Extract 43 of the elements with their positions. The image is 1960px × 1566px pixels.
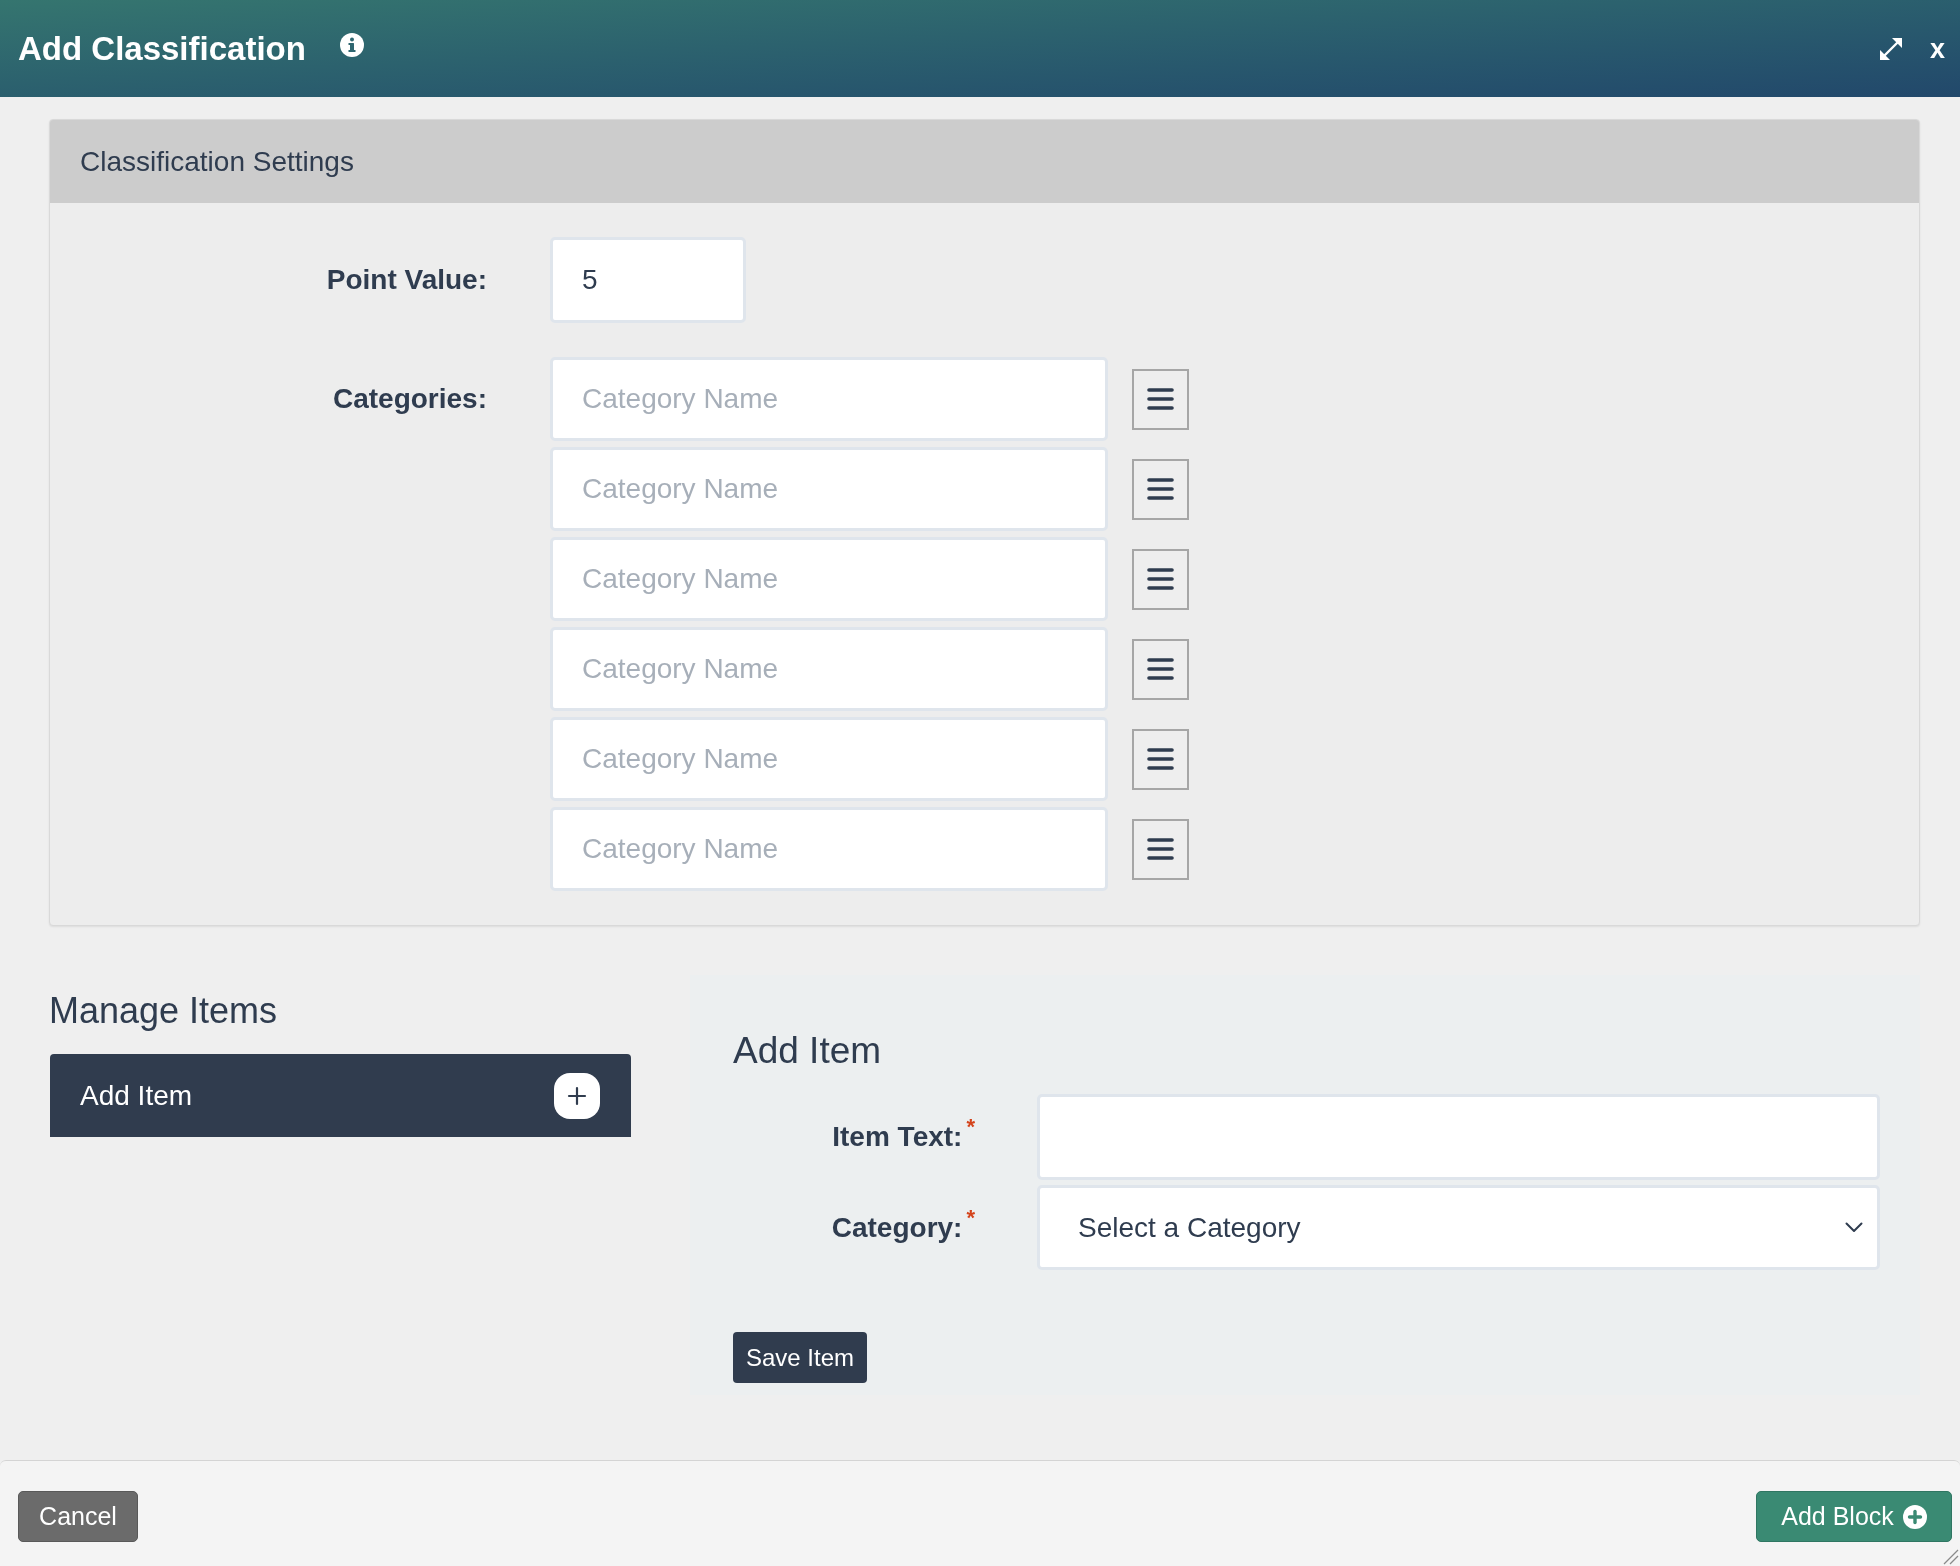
- hamburger-icon: [1147, 748, 1174, 770]
- category-name-field[interactable]: Category Name: [550, 807, 1108, 891]
- category-name-field[interactable]: Category Name: [550, 357, 1108, 441]
- item-text-field[interactable]: [1037, 1094, 1880, 1180]
- plus-circle-icon: [1902, 1504, 1927, 1529]
- hamburger-icon: [1147, 388, 1174, 410]
- expand-button[interactable]: [1877, 35, 1904, 62]
- section-heading: Manage Items: [49, 989, 279, 1033]
- hamburger-icon: [1147, 658, 1174, 680]
- add-block-button[interactable]: Add Block: [1756, 1491, 1952, 1542]
- close-button[interactable]: x: [1929, 33, 1945, 64]
- field-label: Item Text:: [832, 1120, 963, 1154]
- drag-handle-button[interactable]: [1132, 548, 1189, 610]
- add-item-button[interactable]: Add Item: [50, 1054, 631, 1137]
- drag-handle-button[interactable]: [1132, 638, 1189, 700]
- drag-handle-button[interactable]: [1132, 728, 1189, 790]
- field-label: Point Value:: [325, 263, 487, 297]
- drag-handle-button[interactable]: [1132, 458, 1189, 520]
- category-name-field[interactable]: Category Name: [550, 717, 1108, 801]
- hamburger-icon: [1147, 478, 1174, 500]
- required-mark: *: [966, 1113, 975, 1141]
- required-mark: *: [966, 1203, 975, 1232]
- field-label: Category:: [831, 1210, 963, 1245]
- resize-grip-icon: [1943, 1549, 1959, 1565]
- expand-icon: [1877, 35, 1904, 62]
- panel-title: Classification Settings: [80, 144, 354, 179]
- window-title: Add Classification: [18, 28, 306, 69]
- field-label: Categories:: [332, 382, 487, 416]
- hamburger-icon: [1147, 568, 1174, 590]
- chevron-down-icon: [1845, 1222, 1863, 1233]
- form-heading: Add Item: [733, 1029, 882, 1073]
- info-icon: [339, 32, 364, 57]
- category-name-field[interactable]: Category Name: [550, 537, 1108, 621]
- save-item-button[interactable]: Save Item: [733, 1332, 868, 1383]
- drag-handle-button[interactable]: [1132, 818, 1189, 880]
- plus-icon: [554, 1072, 600, 1119]
- category-name-field[interactable]: Category Name: [550, 627, 1108, 711]
- cancel-button[interactable]: Cancel: [18, 1491, 138, 1542]
- drag-handle-button[interactable]: [1132, 368, 1189, 430]
- hamburger-icon: [1147, 838, 1174, 860]
- point-value-field[interactable]: 5: [550, 237, 746, 323]
- category-select[interactable]: Select a Category: [1037, 1185, 1880, 1270]
- category-name-field[interactable]: Category Name: [550, 447, 1108, 531]
